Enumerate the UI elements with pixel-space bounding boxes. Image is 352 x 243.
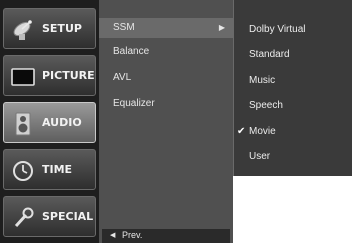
category-picture[interactable]: PICTURE [3,55,96,96]
prev-button[interactable]: ◀ Prev. [102,229,230,243]
category-label: SETUP [42,22,82,35]
option-label: User [249,151,271,162]
option-speech[interactable]: Speech [234,97,352,115]
submenu-item-balance[interactable]: Balance [99,42,233,62]
option-standard[interactable]: Standard [234,46,352,64]
category-label: SPECIAL [42,210,94,223]
category-label: PICTURE [42,69,95,82]
option-music[interactable]: Music [234,72,352,90]
audio-submenu: SSM ▶ Balance AVL Equalizer [99,0,233,243]
submenu-item-label: Balance [113,46,150,57]
tv-osd-screen: SETUP PICTURE AUDIO TIME SPECIAL SSM ▶ B… [0,0,352,243]
monitor-icon [11,65,35,89]
category-label: TIME [42,163,73,176]
chevron-left-icon: ◀ [110,231,116,239]
option-dolby-virtual[interactable]: Dolby Virtual [234,21,352,39]
prev-label: Prev. [122,230,143,240]
option-label: Speech [249,100,283,111]
submenu-item-avl[interactable]: AVL [99,68,233,88]
satellite-dish-icon [11,18,35,42]
speaker-icon [11,112,35,136]
option-label: Movie [249,126,276,137]
submenu-item-label: Equalizer [113,98,155,109]
option-user[interactable]: User [234,148,352,166]
option-label: Music [249,75,276,86]
option-label: Standard [249,49,290,60]
check-icon: ✔ [237,126,246,137]
category-special[interactable]: SPECIAL [3,196,96,237]
chevron-right-icon: ▶ [218,23,225,32]
category-setup[interactable]: SETUP [3,8,96,49]
clock-icon [11,159,35,183]
option-movie[interactable]: ✔ Movie [234,123,352,141]
submenu-item-ssm[interactable]: SSM ▶ [99,18,233,38]
submenu-item-label: AVL [113,72,132,83]
submenu-item-equalizer[interactable]: Equalizer [99,94,233,114]
option-label: Dolby Virtual [249,24,306,35]
submenu-item-label: SSM [113,22,135,33]
category-time[interactable]: TIME [3,149,96,190]
category-audio[interactable]: AUDIO [3,102,96,143]
category-label: AUDIO [42,116,82,129]
category-sidebar: SETUP PICTURE AUDIO TIME SPECIAL [0,0,99,243]
ssm-options-panel: Dolby Virtual Standard Music Speech ✔ Mo… [233,0,352,176]
wrench-icon [11,206,35,230]
